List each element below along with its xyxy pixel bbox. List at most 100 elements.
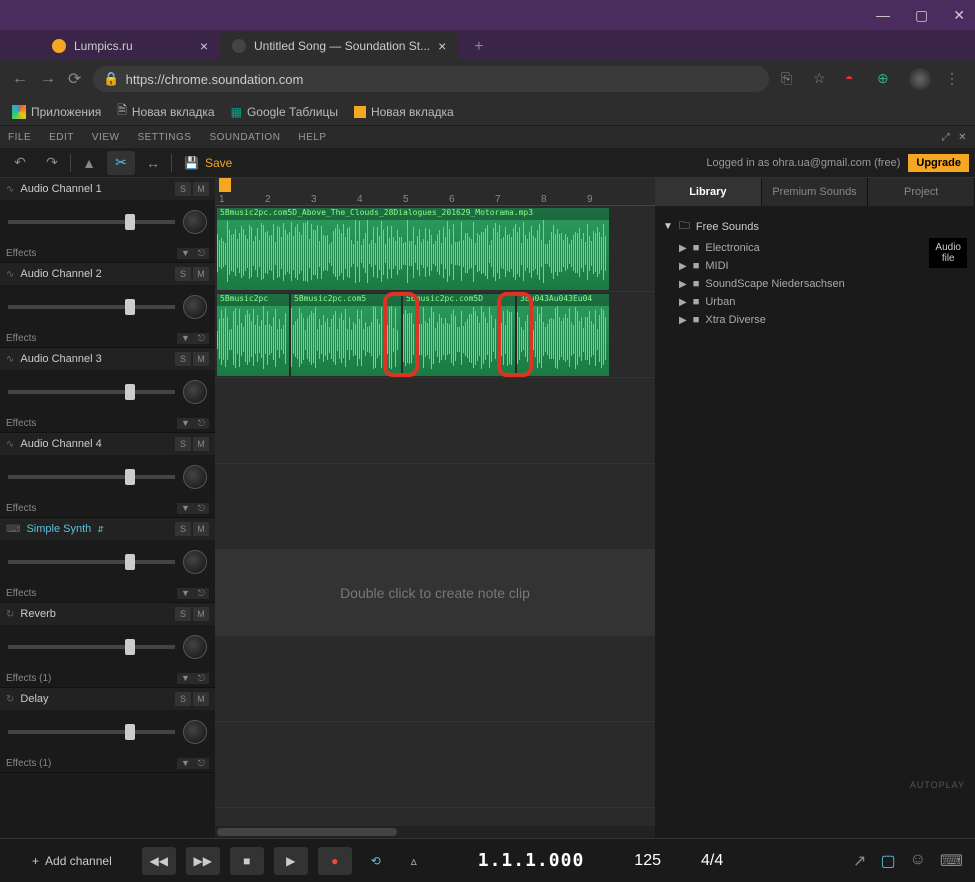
volume-slider[interactable] [8,220,175,224]
scissors-tool[interactable]: ✂ [107,151,135,175]
stretch-tool[interactable]: ↔ [139,151,167,175]
pan-knob[interactable] [183,210,207,234]
track-row[interactable] [215,636,655,722]
bookmark-newtab[interactable]: 🗎 Новая вкладка [117,101,214,122]
bookmark-apps[interactable]: Приложения [12,105,101,119]
close-tab-icon[interactable]: × [200,38,208,54]
volume-slider[interactable] [8,475,175,479]
channel-header[interactable]: ↻ Reverb SM [0,603,215,625]
add-channel-button[interactable]: + Add channel [12,854,132,868]
channel-header[interactable]: ⌨ Simple Synth ⇵ SM [0,518,215,540]
save-button[interactable]: 💾 Save [176,156,240,170]
autoplay-label[interactable]: AUTOPLAY [910,780,965,790]
fx-add-icon[interactable]: ⎋ [198,248,205,259]
loop-button[interactable]: ⟲ [362,847,390,875]
audio-clip[interactable]: 5Bmusic2pc [217,294,289,376]
synth-track-row[interactable]: Double click to create note clip [215,550,655,636]
tree-item[interactable]: ▶■MIDI [663,257,967,275]
volume-slider[interactable] [8,730,175,734]
menu-help[interactable]: HELP [298,132,326,143]
fx-add-icon[interactable]: ⎋ [198,333,205,344]
channel-header[interactable]: ∿ Audio Channel 2 SM [0,263,215,285]
fx-add-icon[interactable]: ⎋ [198,758,205,769]
solo-button[interactable]: S [175,437,191,451]
fx-add-icon[interactable]: ⎋ [198,673,205,684]
tree-item[interactable]: ▶■Urban [663,293,967,311]
mute-button[interactable]: M [193,352,209,366]
window-maximize[interactable]: ▢ [915,7,928,24]
pan-knob[interactable] [183,465,207,489]
extension-icon[interactable]: ◓ [845,70,863,88]
mute-button[interactable]: M [193,267,209,281]
globe-icon[interactable]: ⊕ [877,70,895,88]
folder-icon[interactable]: ▢ [880,851,895,871]
browser-tab-soundation[interactable]: Untitled Song — Soundation St... × [220,32,458,60]
chevron-down-icon[interactable]: ▼ [181,248,190,259]
tree-root[interactable]: ▼ 🗀 Free Sounds [663,214,967,239]
metronome-button[interactable]: ▵ [400,847,428,875]
timesig-display[interactable]: 4/4 [701,852,723,870]
expand-icon[interactable]: ⤢ [942,132,951,143]
channel-fx-row[interactable]: Effects (1) ▼⎋ [0,669,215,687]
pan-knob[interactable] [183,720,207,744]
channel-header[interactable]: ∿ Audio Channel 3 SM [0,348,215,370]
pointer-tool[interactable]: ▲ [75,151,103,175]
menu-file[interactable]: FILE [8,132,31,143]
channel-fx-row[interactable]: Effects ▼⎋ [0,329,215,347]
tree-item[interactable]: ▶■SoundScape Niedersachsen [663,275,967,293]
undo-button[interactable]: ↶ [6,151,34,175]
bookmark-newtab2[interactable]: Новая вкладка [354,105,454,119]
channel-fx-row[interactable]: Effects ▼⎋ [0,244,215,262]
close-icon[interactable]: ✕ [958,132,967,143]
track-row[interactable] [215,722,655,808]
timeline-ruler[interactable]: 123456789 [215,178,655,206]
pan-knob[interactable] [183,550,207,574]
fx-add-icon[interactable]: ⎋ [198,418,205,429]
channel-header[interactable]: ↻ Delay SM [0,688,215,710]
solo-button[interactable]: S [175,607,191,621]
share-icon[interactable]: ↗ [853,851,866,871]
pan-knob[interactable] [183,635,207,659]
chevron-down-icon[interactable]: ▼ [181,503,190,514]
channel-header[interactable]: ∿ Audio Channel 1 SM [0,178,215,200]
solo-button[interactable]: S [175,267,191,281]
track-row[interactable]: 5Bmusic2pc 5Bmusic2pc.com5 5Bmusic2pc.co… [215,292,655,378]
chevron-down-icon[interactable]: ▼ [181,758,190,769]
tab-premium[interactable]: Premium Sounds [762,178,869,206]
tab-project[interactable]: Project [868,178,975,206]
star-icon[interactable]: ☆ [813,70,831,88]
volume-slider[interactable] [8,305,175,309]
solo-button[interactable]: S [175,182,191,196]
channel-fx-row[interactable]: Effects (1) ▼⎋ [0,754,215,772]
chevron-down-icon[interactable]: ▼ [181,333,190,344]
tree-item[interactable]: ▶■Xtra Diverse [663,311,967,329]
solo-button[interactable]: S [175,522,191,536]
new-tab-button[interactable]: + [466,34,491,60]
volume-slider[interactable] [8,390,175,394]
menu-settings[interactable]: SETTINGS [137,132,191,143]
menu-view[interactable]: VIEW [92,132,120,143]
channel-fx-row[interactable]: Effects ▼⎋ [0,499,215,517]
mute-button[interactable]: M [193,182,209,196]
volume-slider[interactable] [8,645,175,649]
tree-item[interactable]: ▶■Electronica [663,239,967,257]
keyboard-icon[interactable]: ⌨ [940,851,963,871]
menu-soundation[interactable]: SOUNDATION [209,132,280,143]
close-tab-icon[interactable]: × [438,38,446,54]
track-row[interactable] [215,464,655,550]
position-display[interactable]: 1.1.1.000 [478,850,585,871]
bookmark-gsheets[interactable]: ▦ Google Таблицы [231,105,338,119]
solo-button[interactable]: S [175,352,191,366]
avatar[interactable] [909,68,931,90]
window-minimize[interactable]: — [876,7,890,23]
menu-icon[interactable]: ⋮ [945,70,963,88]
forward-button[interactable]: ▶▶ [186,847,220,875]
chevron-down-icon[interactable]: ▼ [181,588,190,599]
nav-back-icon[interactable]: ← [12,70,28,88]
mute-button[interactable]: M [193,522,209,536]
horizontal-scrollbar[interactable] [215,826,655,838]
track-row[interactable] [215,378,655,464]
playhead-marker[interactable] [219,178,231,192]
track-row[interactable]: 5Bmusic2pc.com5D_Above_The_Clouds_28Dial… [215,206,655,292]
pan-knob[interactable] [183,295,207,319]
